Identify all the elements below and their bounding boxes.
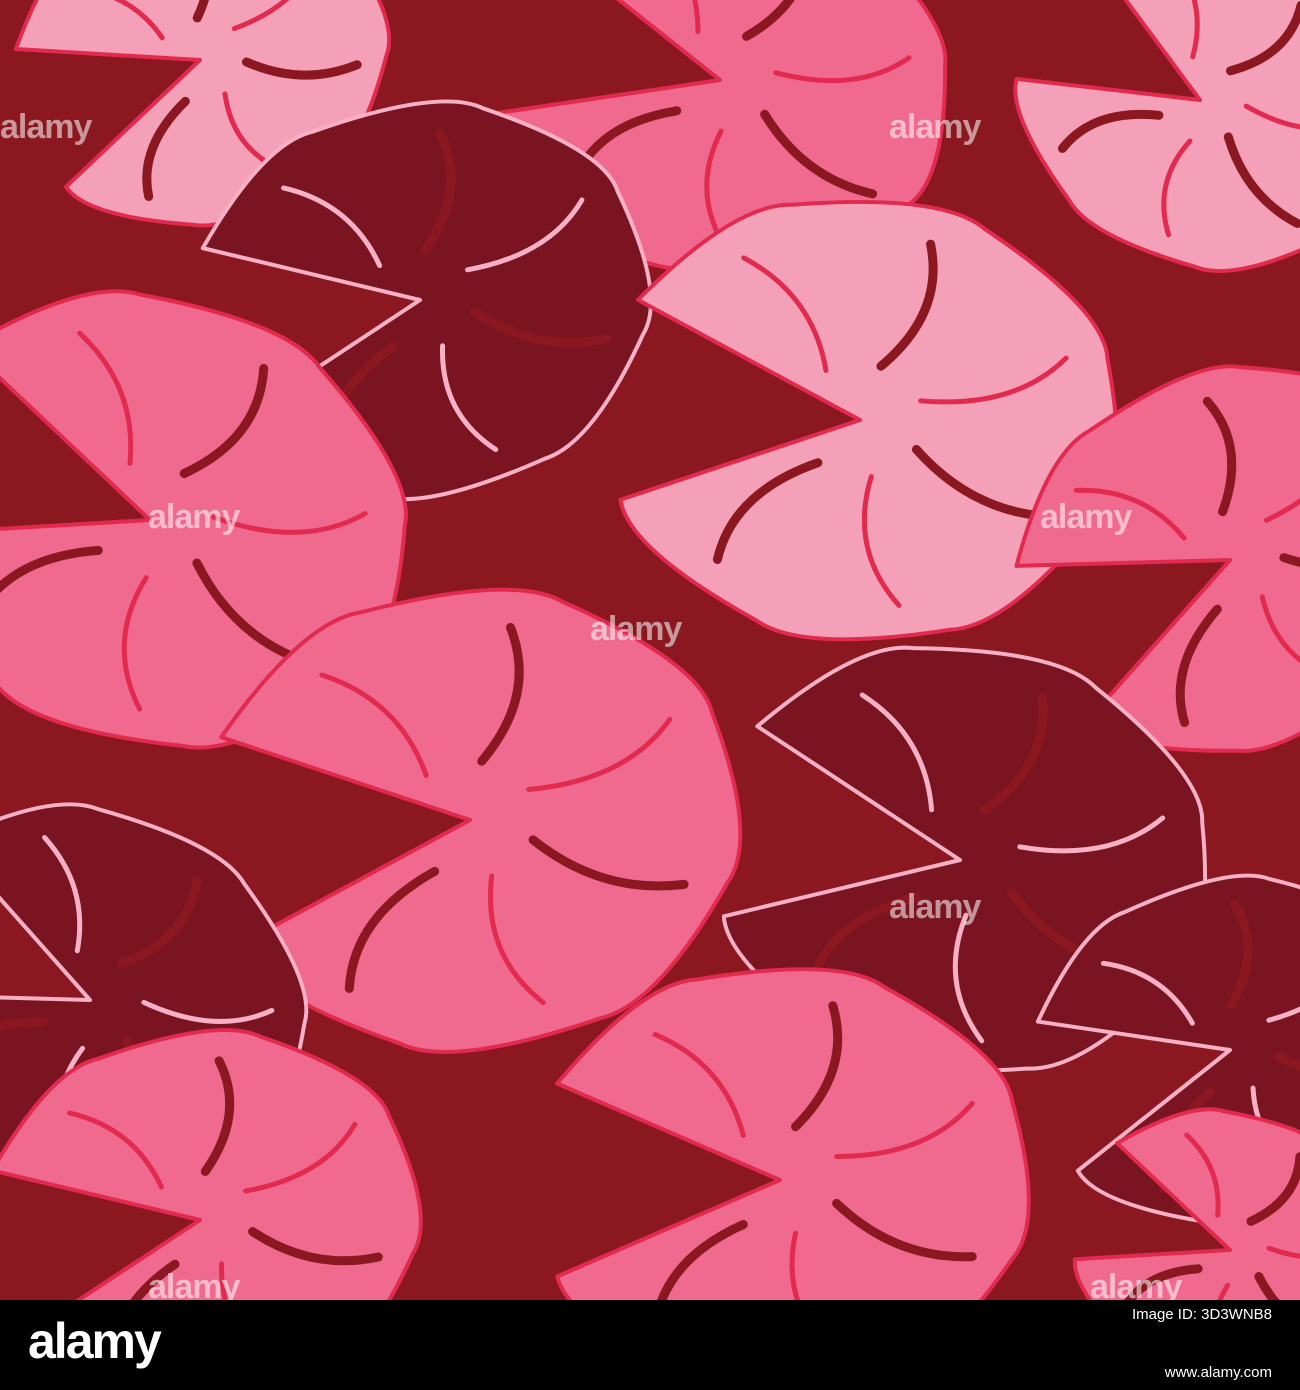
pattern-image: alamy alamy alamy alamy alamy alamy alam… <box>0 0 1300 1300</box>
leaf-pattern <box>0 0 1300 1300</box>
footer-bar: alamy Image ID: 3D3WNB8 www.alamy.com <box>0 1300 1300 1390</box>
image-id: Image ID: 3D3WNB8 <box>1131 1306 1272 1323</box>
alamy-logo: alamy <box>28 1313 162 1369</box>
site-url: www.alamy.com <box>1164 1364 1272 1381</box>
